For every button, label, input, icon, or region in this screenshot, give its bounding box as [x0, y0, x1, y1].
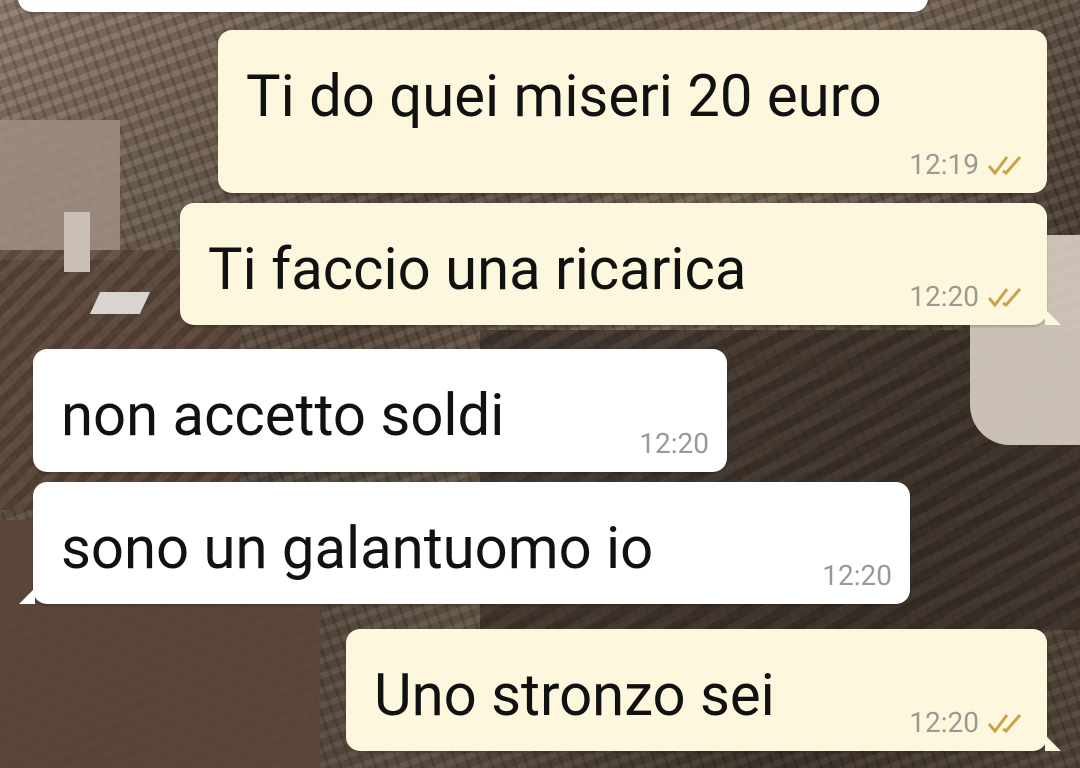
message-text: non accetto soldi — [61, 382, 505, 450]
message-text: Ti do quei miseri 20 euro — [246, 63, 882, 131]
message-bubble-outgoing[interactable]: Ti do quei miseri 20 euro 12:19 — [218, 30, 1047, 193]
message-text: Ti faccio una ricarica — [208, 236, 747, 304]
double-check-icon — [987, 156, 1022, 176]
message-text: sono un galantuomo io — [61, 515, 654, 583]
message-text: Uno stronzo sei — [374, 662, 775, 730]
message-meta: 12:19 — [909, 151, 1029, 179]
message-bubble-incoming[interactable]: non accetto soldi 12:20 — [33, 349, 727, 472]
message-timestamp: 12:19 — [909, 148, 979, 181]
message-bubble-incoming[interactable]: sono un galantuomo io 12:20 — [19, 482, 910, 604]
message-bubble-outgoing[interactable]: Uno stronzo sei 12:20 — [346, 629, 1061, 751]
message-timestamp: 12:20 — [909, 706, 979, 739]
message-list[interactable]: Ti do quei miseri 20 euro 12:19 Ti facci… — [0, 0, 1080, 768]
double-check-icon — [987, 714, 1022, 734]
message-meta: 12:20 — [909, 283, 1029, 311]
message-meta: 12:20 — [639, 430, 709, 458]
message-bubble-outgoing[interactable]: Ti faccio una ricarica 12:20 — [180, 203, 1061, 325]
message-meta: 12:20 — [909, 709, 1029, 737]
double-check-icon — [987, 288, 1022, 308]
message-timestamp: 12:20 — [909, 280, 979, 313]
message-timestamp: 12:20 — [639, 427, 709, 460]
previous-message-bubble[interactable] — [18, 0, 928, 12]
message-timestamp: 12:20 — [822, 559, 892, 592]
message-meta: 12:20 — [822, 562, 892, 590]
